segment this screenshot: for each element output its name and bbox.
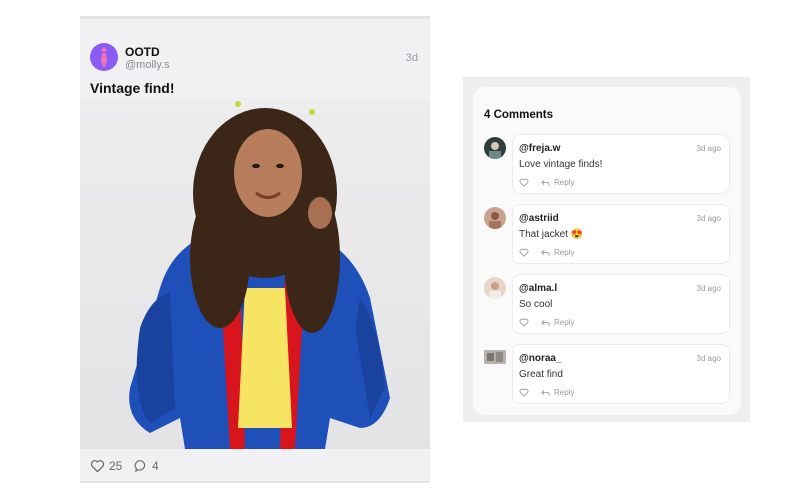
- comment-author[interactable]: @alma.l: [519, 283, 557, 294]
- comment-count: 4: [152, 459, 159, 473]
- comment-author[interactable]: @noraa_: [519, 353, 562, 364]
- comment-timestamp: 3d ago: [696, 144, 721, 153]
- avatar[interactable]: [484, 350, 506, 364]
- reply-label: Reply: [554, 178, 575, 187]
- comment-author[interactable]: @astriid: [519, 213, 559, 224]
- avatar[interactable]: [484, 277, 506, 299]
- post-card: OOTD @molly.s 3d Vintage find! 25 4: [80, 16, 430, 483]
- reply-label: Reply: [554, 318, 575, 327]
- comment-item: @noraa_ 3d ago Great find Reply: [473, 344, 741, 407]
- reply-button[interactable]: Reply: [541, 318, 574, 327]
- reply-label: Reply: [554, 248, 575, 257]
- heart-icon[interactable]: [519, 388, 529, 397]
- avatar-image: [489, 212, 501, 229]
- comment-text: That jacket 😍: [519, 229, 584, 240]
- heart-icon: [90, 460, 105, 473]
- speech-bubble-icon: [134, 460, 146, 472]
- avatar-image: [489, 282, 501, 299]
- comment-item: @alma.l 3d ago So cool Reply: [473, 274, 741, 337]
- comment-timestamp: 3d ago: [696, 284, 721, 293]
- reply-arrow-icon: [541, 179, 550, 186]
- post-footer: 25 4: [80, 449, 430, 486]
- comment-timestamp: 3d ago: [696, 214, 721, 223]
- comments-card: 4 Comments @freja.w 3d ago Love vintage …: [473, 87, 741, 415]
- avatar-image: [484, 350, 506, 364]
- like-count: 25: [109, 459, 123, 473]
- post-photo[interactable]: [80, 98, 430, 449]
- reply-arrow-icon: [541, 249, 550, 256]
- comment-bubble: @alma.l 3d ago So cool Reply: [512, 274, 730, 334]
- comment-bubble: @freja.w 3d ago Love vintage finds! Repl…: [512, 134, 730, 194]
- comment-actions: Reply: [519, 318, 574, 327]
- reply-label: Reply: [554, 388, 575, 397]
- post-header: OOTD @molly.s 3d Vintage find!: [80, 19, 430, 99]
- comments-title: 4 Comments: [484, 109, 554, 121]
- reply-button[interactable]: Reply: [541, 178, 574, 187]
- comment-actions: Reply: [519, 388, 574, 397]
- figure-icon: [101, 47, 107, 67]
- reply-arrow-icon: [541, 319, 550, 326]
- comment-actions: Reply: [519, 248, 574, 257]
- like-button[interactable]: 25: [90, 459, 122, 473]
- avatar[interactable]: [90, 43, 118, 71]
- comment-item: @astriid 3d ago That jacket 😍 Reply: [473, 204, 741, 267]
- heart-icon[interactable]: [519, 248, 529, 257]
- post-caption: Vintage find!: [90, 80, 175, 96]
- comment-actions: Reply: [519, 178, 574, 187]
- post-author-handle[interactable]: @molly.s: [125, 59, 170, 71]
- reply-button[interactable]: Reply: [541, 388, 574, 397]
- heart-icon[interactable]: [519, 178, 529, 187]
- comment-text: Great find: [519, 369, 563, 380]
- post-timestamp: 3d: [405, 52, 418, 64]
- reply-arrow-icon: [541, 389, 550, 396]
- comment-item: @freja.w 3d ago Love vintage finds! Repl…: [473, 134, 741, 197]
- woman-in-jacket-illustration: [129, 101, 390, 449]
- comments-panel: 4 Comments @freja.w 3d ago Love vintage …: [463, 77, 750, 422]
- comment-text: Love vintage finds!: [519, 159, 603, 170]
- reply-button[interactable]: Reply: [541, 248, 574, 257]
- comment-bubble: @noraa_ 3d ago Great find Reply: [512, 344, 730, 404]
- avatar-image: [489, 142, 501, 159]
- avatar[interactable]: [484, 207, 506, 229]
- comment-bubble: @astriid 3d ago That jacket 😍 Reply: [512, 204, 730, 264]
- avatar[interactable]: [484, 137, 506, 159]
- comment-timestamp: 3d ago: [696, 354, 721, 363]
- heart-icon[interactable]: [519, 318, 529, 327]
- comment-button[interactable]: 4: [134, 459, 159, 473]
- post-author-name[interactable]: OOTD: [125, 45, 160, 59]
- comment-text: So cool: [519, 299, 553, 310]
- comment-author[interactable]: @freja.w: [519, 143, 560, 154]
